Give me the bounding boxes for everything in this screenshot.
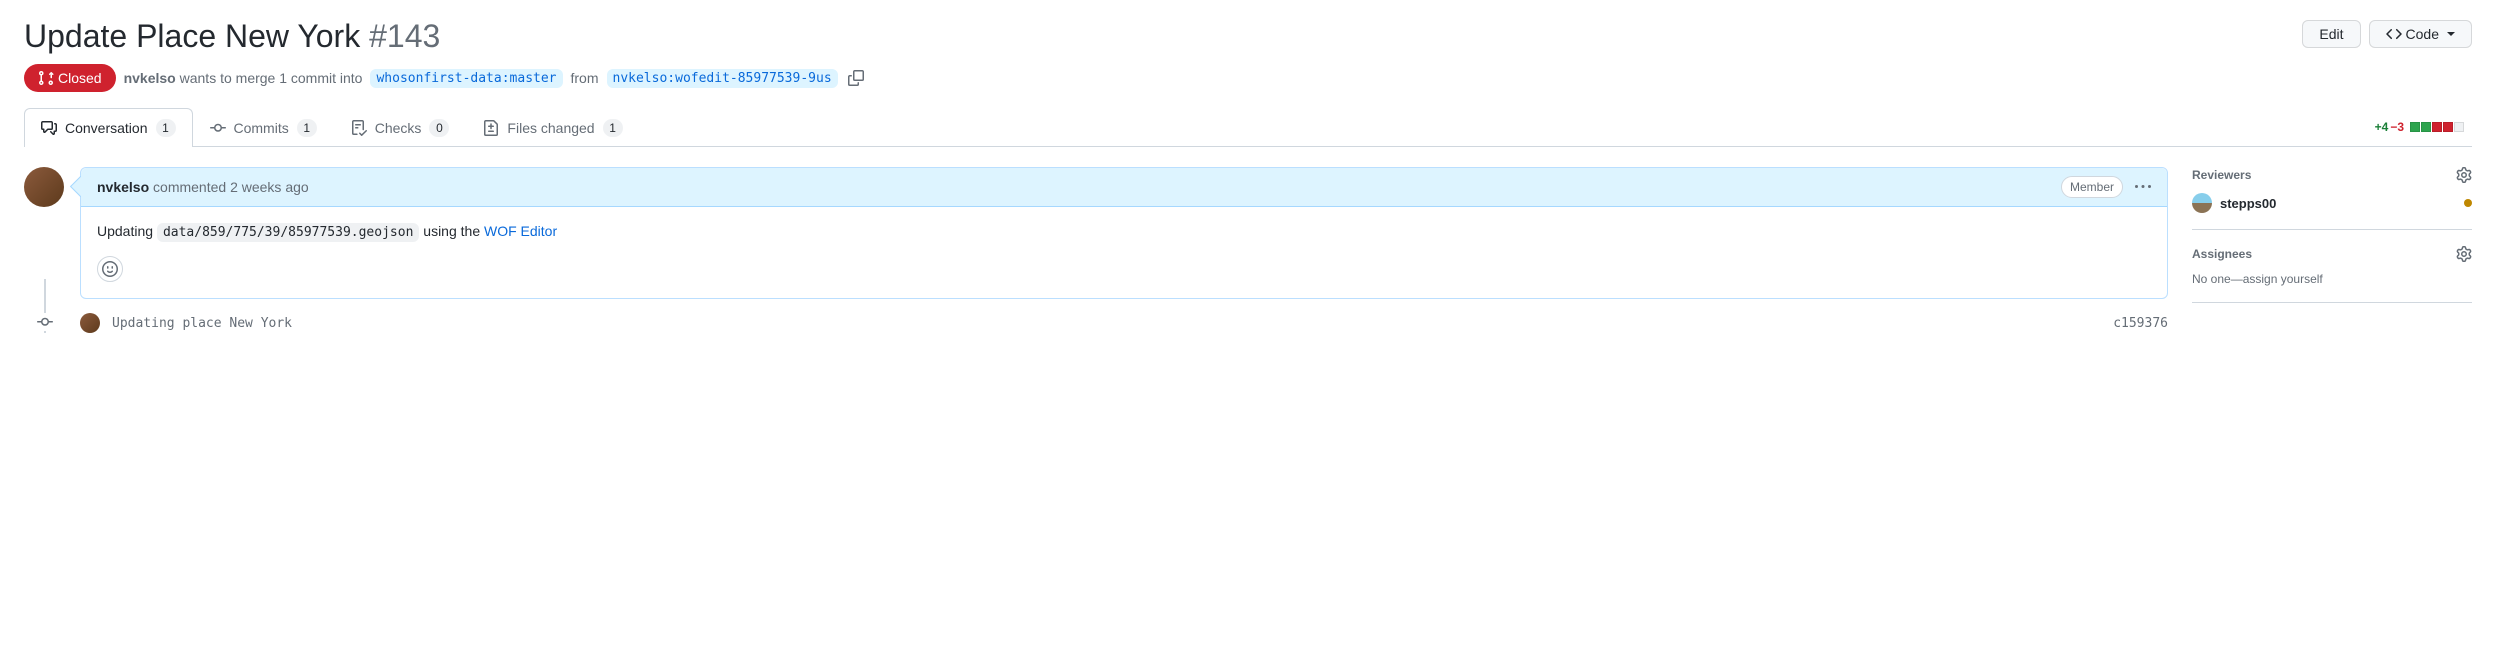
reviewers-settings-button[interactable] <box>2456 167 2472 183</box>
tab-checks-label: Checks <box>375 120 422 136</box>
member-badge: Member <box>2061 176 2123 198</box>
title-text: Update Place New York <box>24 18 360 54</box>
diffstat[interactable]: +4 −3 <box>2375 120 2472 134</box>
comment-timestamp[interactable]: 2 weeks ago <box>230 179 309 195</box>
comment: nvkelso commented 2 weeks ago Member U <box>80 167 2168 299</box>
commit-item: Updating place New York c159376 <box>80 299 2168 333</box>
assignees-settings-button[interactable] <box>2456 246 2472 262</box>
tab-commits[interactable]: Commits 1 <box>193 108 334 147</box>
tab-conversation-count: 1 <box>156 119 176 137</box>
comment-author-avatar[interactable] <box>24 167 64 207</box>
state-label: Closed <box>58 70 102 86</box>
commit-sha[interactable]: c159376 <box>2113 316 2168 331</box>
reviewers-title: Reviewers <box>2192 168 2251 182</box>
edit-button[interactable]: Edit <box>2302 20 2360 48</box>
reviewers-section: Reviewers stepps00 <box>2192 167 2472 230</box>
checklist-icon <box>351 120 367 136</box>
copy-icon <box>848 70 864 86</box>
tab-conversation[interactable]: Conversation 1 <box>24 108 193 147</box>
state-badge: Closed <box>24 64 116 92</box>
add-reaction-button[interactable] <box>97 256 123 282</box>
assign-yourself-link[interactable]: assign yourself <box>2243 272 2323 286</box>
tab-commits-count: 1 <box>297 119 317 137</box>
head-ref[interactable]: nvkelso:wofedit-85977539-9us <box>607 69 838 88</box>
author-link[interactable]: nvkelso <box>124 70 176 86</box>
comment-discussion-icon <box>41 120 57 136</box>
issue-title: Update Place New York #143 <box>24 16 2302 56</box>
comment-code-path: data/859/775/39/85977539.geojson <box>157 223 419 242</box>
wof-editor-link[interactable]: WOF Editor <box>484 223 557 239</box>
comment-actions-button[interactable] <box>2135 179 2151 195</box>
commit-author-avatar[interactable] <box>80 313 100 333</box>
tab-commits-label: Commits <box>234 120 289 136</box>
tab-files-count: 1 <box>603 119 623 137</box>
diffstat-additions: +4 <box>2375 120 2389 134</box>
commit-timeline-icon <box>36 313 54 331</box>
git-commit-icon <box>210 120 226 136</box>
comment-verb: commented <box>153 179 226 195</box>
tab-files[interactable]: Files changed 1 <box>466 108 639 147</box>
tab-checks-count: 0 <box>429 119 449 137</box>
git-pull-request-closed-icon <box>38 70 54 86</box>
assignees-section: Assignees No one—assign yourself <box>2192 246 2472 303</box>
reviewer-avatar <box>2192 193 2212 213</box>
review-pending-icon <box>2464 199 2472 207</box>
from-text: from <box>571 70 599 86</box>
assignees-empty: No one—assign yourself <box>2192 272 2472 286</box>
git-commit-icon <box>37 314 53 330</box>
smiley-icon <box>102 261 118 277</box>
tab-files-label: Files changed <box>507 120 594 136</box>
code-icon <box>2386 26 2402 42</box>
assignees-title: Assignees <box>2192 247 2252 261</box>
chevron-down-icon <box>2447 32 2455 36</box>
kebab-icon <box>2135 179 2151 195</box>
file-diff-icon <box>483 120 499 136</box>
base-ref[interactable]: whosonfirst-data:master <box>370 69 562 88</box>
copy-branch-button[interactable] <box>846 68 866 88</box>
issue-number: #143 <box>369 18 440 54</box>
code-button[interactable]: Code <box>2369 20 2472 48</box>
reviewer-item[interactable]: stepps00 <box>2192 193 2472 213</box>
comment-body: Updating data/859/775/39/85977539.geojso… <box>81 207 2167 256</box>
tab-conversation-label: Conversation <box>65 120 148 136</box>
gear-icon <box>2456 167 2472 183</box>
tab-checks[interactable]: Checks 0 <box>334 108 467 147</box>
reviewer-name: stepps00 <box>2220 196 2456 211</box>
diffstat-blocks <box>2410 122 2464 132</box>
pr-meta: nvkelso wants to merge 1 commit into <box>124 70 363 86</box>
comment-author-link[interactable]: nvkelso <box>97 179 149 195</box>
gear-icon <box>2456 246 2472 262</box>
tabnav: Conversation 1 Commits 1 Checks 0 Files … <box>24 108 2472 147</box>
diffstat-deletions: −3 <box>2390 120 2404 134</box>
commit-message[interactable]: Updating place New York <box>112 316 2101 331</box>
